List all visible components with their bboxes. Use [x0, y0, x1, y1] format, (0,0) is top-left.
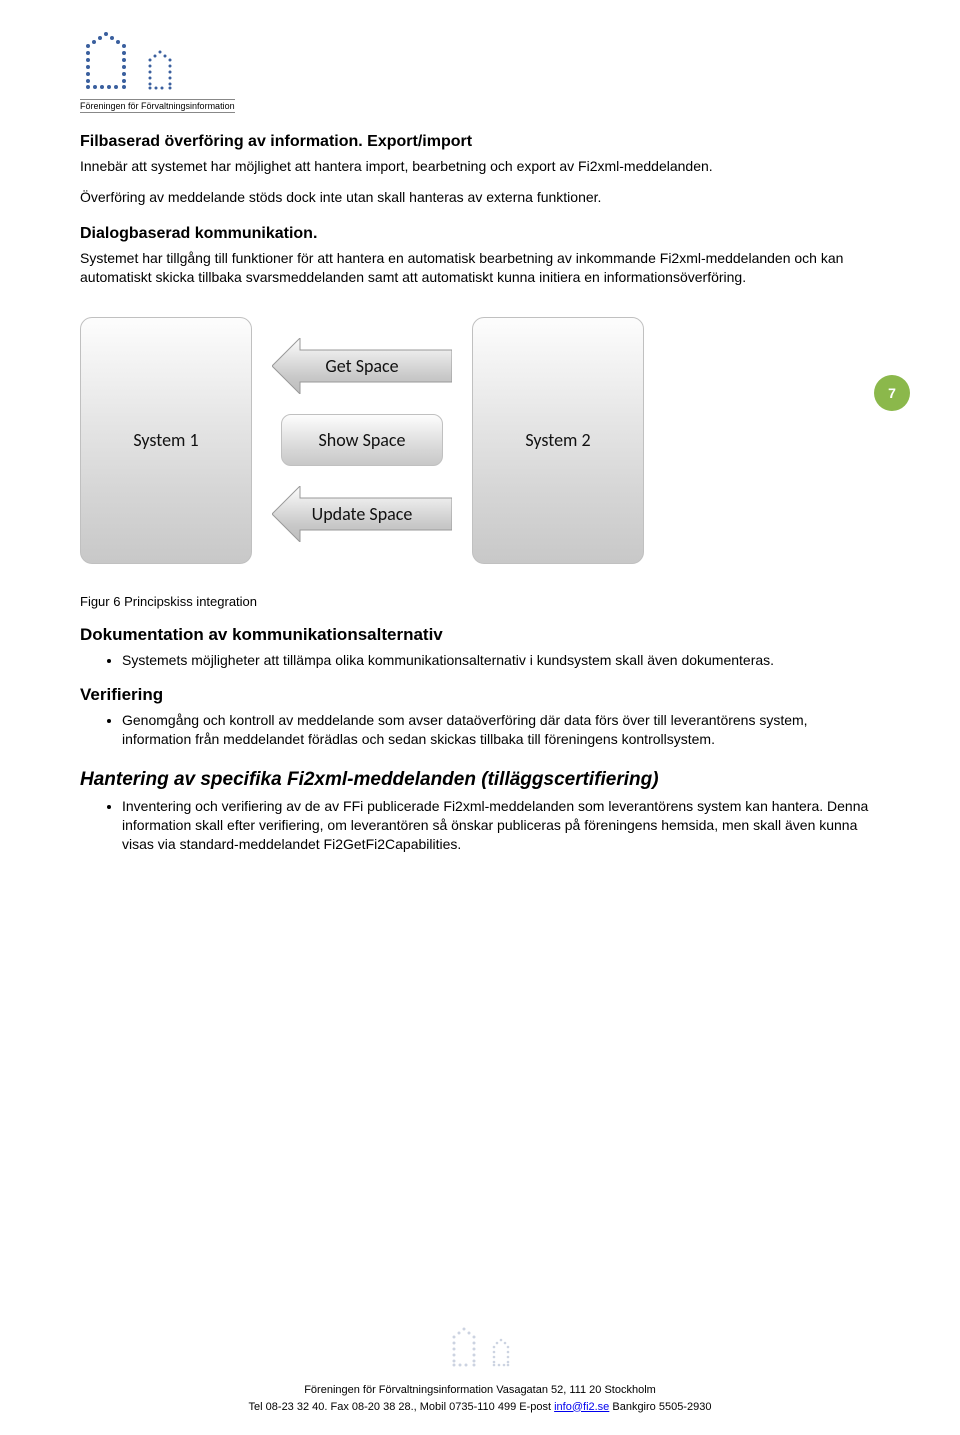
body-text: Överföring av meddelande stöds dock inte… — [80, 188, 880, 207]
body-text: Innebär att systemet har möjlighet att h… — [80, 157, 880, 176]
diagram-system2: System 2 — [472, 317, 644, 564]
bullet-list: Inventering och verifiering av de av FFi… — [80, 797, 880, 854]
house-icon — [80, 30, 132, 95]
diagram-system1: System 1 — [80, 317, 252, 564]
footer-contact: Tel 08-23 32 40. Fax 08-20 38 28., Mobil… — [0, 1399, 960, 1416]
header-logo: Föreningen för Förvaltningsinformation — [80, 30, 880, 113]
section-heading-dokumentation: Dokumentation av kommunikationsalternati… — [80, 625, 880, 645]
diagram-integration: System 1 Get Space Show Space Update Spa… — [80, 317, 880, 564]
arrow-label-text: Update Space — [312, 503, 413, 525]
footer-bankgiro: Bankgiro 5505-2930 — [609, 1401, 711, 1413]
section-heading-hantering: Hantering av specifika Fi2xml-meddelande… — [80, 769, 880, 791]
page-number-badge: 7 — [874, 375, 910, 411]
section-heading-verifiering: Verifiering — [80, 685, 880, 705]
diagram-arrow-get-space: Get Space — [272, 338, 452, 394]
page-footer: Föreningen för Förvaltningsinformation V… — [0, 1325, 960, 1415]
arrow-label-text: Get Space — [325, 355, 398, 377]
section-heading-filbaserad: Filbaserad överföring av information. Ex… — [80, 133, 880, 151]
body-text: Systemet har tillgång till funktioner fö… — [80, 249, 880, 287]
bullet-list: Genomgång och kontroll av meddelande som… — [80, 711, 880, 749]
footer-email-link[interactable]: info@fi2.se — [554, 1401, 609, 1413]
house-icon — [142, 48, 178, 95]
section-heading-dialog: Dialogbaserad kommunikation. — [80, 225, 880, 243]
bullet-list: Systemets möjligheter att tillämpa olika… — [80, 651, 880, 670]
list-item: Inventering och verifiering av de av FFi… — [122, 797, 880, 854]
footer-tel: Tel 08-23 32 40. Fax 08-20 38 28., Mobil… — [249, 1401, 555, 1413]
logo-caption: Föreningen för Förvaltningsinformation — [80, 99, 235, 113]
list-item: Systemets möjligheter att tillämpa olika… — [122, 651, 880, 670]
house-icon — [488, 1337, 514, 1372]
diagram-show-space: Show Space — [281, 414, 443, 466]
footer-address: Föreningen för Förvaltningsinformation V… — [0, 1382, 960, 1399]
list-item: Genomgång och kontroll av meddelande som… — [122, 711, 880, 749]
house-icon — [446, 1325, 482, 1372]
figure-caption: Figur 6 Principskiss integration — [80, 594, 880, 609]
diagram-arrow-update-space: Update Space — [272, 486, 452, 542]
